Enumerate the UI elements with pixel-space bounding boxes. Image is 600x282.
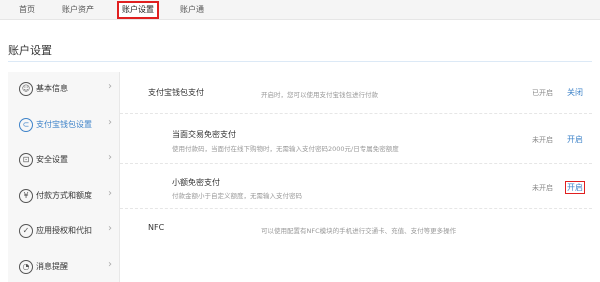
- enable-button[interactable]: 开启: [567, 134, 583, 145]
- setting-name: NFC: [148, 223, 165, 232]
- setting-status: 未开启: [532, 184, 553, 192]
- tab-account-link[interactable]: 账户通: [180, 0, 204, 20]
- setting-row-small-amount: 小额免密支付 付款金额小于自定义额度，无需输入支付密码 未开启 开启: [120, 164, 592, 209]
- page-title: 账户设置: [8, 44, 52, 57]
- chevron-right-icon: ›: [108, 152, 112, 163]
- sidebar-item-label: 应用授权和代扣: [36, 226, 92, 235]
- bell-icon: ◔: [19, 260, 33, 274]
- setting-row-face-to-face: 当面交易免密支付 使用付款码，当面付在线下购物时，无需输入支付密码2000元/日…: [120, 114, 592, 164]
- setting-name: 支付宝钱包支付: [148, 88, 204, 97]
- chevron-right-icon: ›: [108, 117, 112, 128]
- sidebar-item-label: 付款方式和额度: [36, 191, 92, 200]
- sidebar: ☺ 基本信息 › ⊂ 支付宝钱包设置 › ⊡ 安全设置 › ¥ 付款方式和额度 …: [8, 72, 120, 282]
- setting-name: 小额免密支付: [172, 178, 220, 187]
- setting-row-nfc: NFC 可以使用配置有NFC模块的手机进行交通卡、充值、支付等更多操作: [120, 209, 592, 249]
- sidebar-item-notifications[interactable]: ◔ 消息提醒 ›: [8, 254, 120, 280]
- check-icon: ✓: [19, 224, 33, 238]
- sidebar-item-basic-info[interactable]: ☺ 基本信息 ›: [8, 76, 120, 102]
- wallet-icon: ⊂: [19, 118, 33, 132]
- title-divider: [8, 61, 592, 62]
- setting-description: 开启时，您可以使用支付宝钱包进行付款: [261, 91, 378, 99]
- tab-account-assets[interactable]: 账户资产: [62, 0, 94, 20]
- sidebar-item-app-authorization[interactable]: ✓ 应用授权和代扣 ›: [8, 218, 120, 244]
- sidebar-item-label: 支付宝钱包设置: [36, 120, 92, 129]
- settings-content: 支付宝钱包支付 开启时，您可以使用支付宝钱包进行付款 已开启 关闭 当面交易免密…: [120, 72, 592, 275]
- chevron-right-icon: ›: [108, 223, 112, 234]
- tab-home[interactable]: 首页: [19, 0, 35, 20]
- sidebar-item-wallet-settings[interactable]: ⊂ 支付宝钱包设置 ›: [8, 112, 120, 138]
- chevron-right-icon: ›: [108, 188, 112, 199]
- tab-account-settings[interactable]: 账户设置: [117, 1, 159, 19]
- setting-description: 使用付款码，当面付在线下购物时，无需输入支付密码2000元/日专属免密额度: [172, 145, 399, 153]
- setting-name: 当面交易免密支付: [172, 130, 236, 139]
- setting-description: 可以使用配置有NFC模块的手机进行交通卡、充值、支付等更多操作: [261, 227, 457, 235]
- sidebar-item-security[interactable]: ⊡ 安全设置 ›: [8, 147, 120, 173]
- sidebar-item-label: 基本信息: [36, 84, 68, 93]
- setting-description: 付款金额小于自定义额度，无需输入支付密码: [172, 192, 302, 200]
- user-icon: ☺: [19, 82, 33, 96]
- sidebar-item-label: 安全设置: [36, 155, 68, 164]
- setting-status: 未开启: [532, 136, 553, 144]
- sidebar-item-label: 消息提醒: [36, 262, 68, 271]
- lock-icon: ⊡: [19, 153, 33, 167]
- chevron-right-icon: ›: [108, 259, 112, 270]
- setting-status: 已开启: [532, 89, 553, 97]
- top-navigation: 首页 账户资产 账户设置 账户通: [0, 0, 600, 20]
- sidebar-item-payment-methods[interactable]: ¥ 付款方式和额度 ›: [8, 183, 120, 209]
- setting-row-wallet-payment: 支付宝钱包支付 开启时，您可以使用支付宝钱包进行付款 已开启 关闭: [120, 72, 592, 114]
- disable-button[interactable]: 关闭: [567, 87, 583, 98]
- enable-button[interactable]: 开启: [565, 181, 585, 194]
- yen-icon: ¥: [19, 189, 33, 203]
- chevron-right-icon: ›: [108, 81, 112, 92]
